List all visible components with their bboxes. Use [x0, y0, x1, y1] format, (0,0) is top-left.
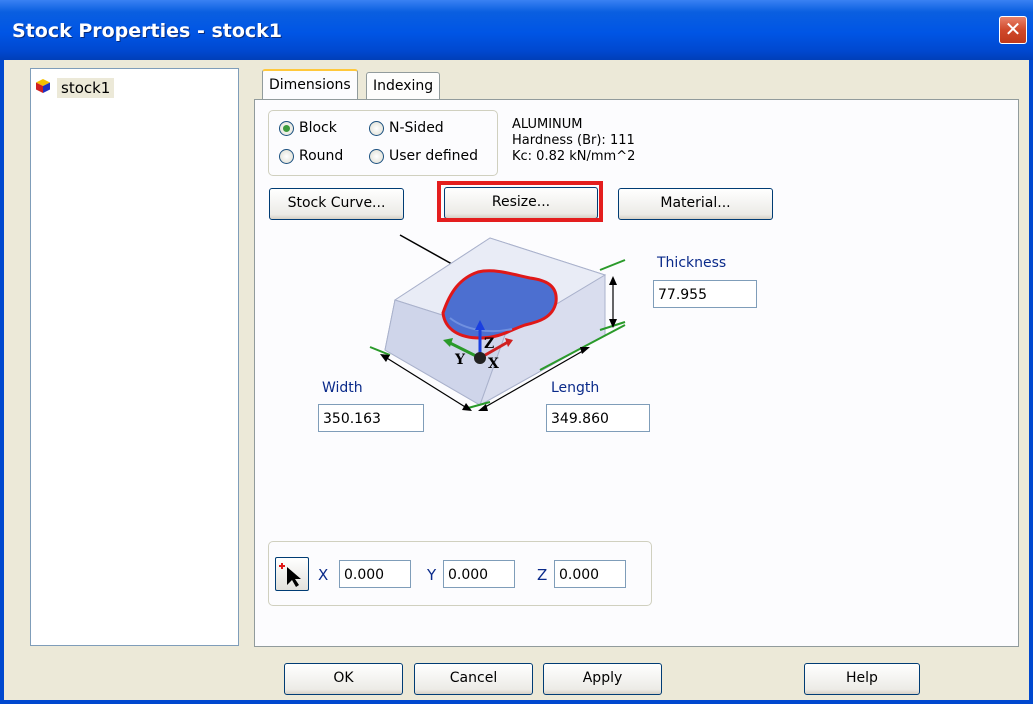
- origin-z-field[interactable]: 0.000: [554, 560, 626, 588]
- thickness-field[interactable]: 77.955: [653, 280, 757, 308]
- close-button[interactable]: ✕: [999, 16, 1027, 44]
- origin-z-label: Z: [537, 566, 548, 584]
- radio-dot: [369, 148, 384, 164]
- axis-x-label: X: [488, 356, 499, 372]
- radio-dot: [279, 148, 294, 164]
- title-bar[interactable]: Stock Properties - stock1 ✕: [0, 0, 1033, 60]
- stock-curve-button[interactable]: Stock Curve...: [269, 188, 404, 220]
- stock-cube-icon: [35, 78, 51, 98]
- window-frame-left: [0, 60, 4, 704]
- origin-x-field[interactable]: 0.000: [339, 560, 411, 588]
- radio-label: N-Sided: [389, 120, 444, 136]
- length-field[interactable]: 349.860: [546, 404, 650, 432]
- axis-y-label: Y: [455, 352, 465, 368]
- tree-item-stock1[interactable]: stock1: [35, 77, 115, 99]
- radio-label: Round: [299, 148, 344, 164]
- thickness-label: Thickness: [657, 255, 727, 271]
- radio-label: User defined: [389, 148, 479, 164]
- width-field[interactable]: 350.163: [318, 404, 424, 432]
- stock-tree[interactable]: stock1: [30, 68, 239, 646]
- material-hardness: Hardness (Br): 111: [512, 133, 635, 148]
- material-info: ALUMINUM Hardness (Br): 111 Kc: 0.82 kN/…: [512, 117, 635, 165]
- tab-dimensions[interactable]: Dimensions: [262, 69, 358, 102]
- apply-button[interactable]: Apply: [543, 663, 662, 695]
- origin-y-field[interactable]: 0.000: [443, 560, 515, 588]
- length-label: Length: [551, 380, 600, 396]
- window-frame-right: [1029, 60, 1033, 704]
- origin-x-label: X: [318, 566, 329, 584]
- radio-round[interactable]: Round: [279, 148, 343, 164]
- material-button[interactable]: Material...: [618, 188, 773, 220]
- radio-dot: [279, 120, 294, 136]
- window-title: Stock Properties - stock1: [12, 20, 283, 42]
- radio-label: Block: [299, 120, 337, 136]
- stock-properties-dialog: Stock Properties - stock1 ✕ stock1 Dimen…: [0, 0, 1033, 704]
- pick-arrow-icon: [279, 563, 301, 587]
- origin-y-label: Y: [427, 566, 437, 584]
- resize-highlight-box: [437, 181, 603, 222]
- width-label: Width: [322, 380, 363, 396]
- cancel-button[interactable]: Cancel: [414, 663, 533, 695]
- radio-dot: [369, 120, 384, 136]
- pick-origin-button[interactable]: [275, 557, 309, 591]
- axis-z-label: Z: [484, 336, 495, 352]
- radio-n-sided[interactable]: N-Sided: [369, 120, 444, 136]
- radio-user-defined[interactable]: User defined: [369, 148, 478, 164]
- material-name: ALUMINUM: [512, 117, 583, 132]
- ok-button[interactable]: OK: [284, 663, 403, 695]
- radio-block[interactable]: Block: [279, 120, 337, 136]
- help-button[interactable]: Help: [804, 663, 920, 695]
- tab-indexing[interactable]: Indexing: [366, 72, 441, 100]
- material-kc: Kc: 0.82 kN/mm^2: [512, 149, 636, 164]
- window-frame-bottom: [0, 700, 1033, 704]
- tree-item-label: stock1: [57, 78, 115, 98]
